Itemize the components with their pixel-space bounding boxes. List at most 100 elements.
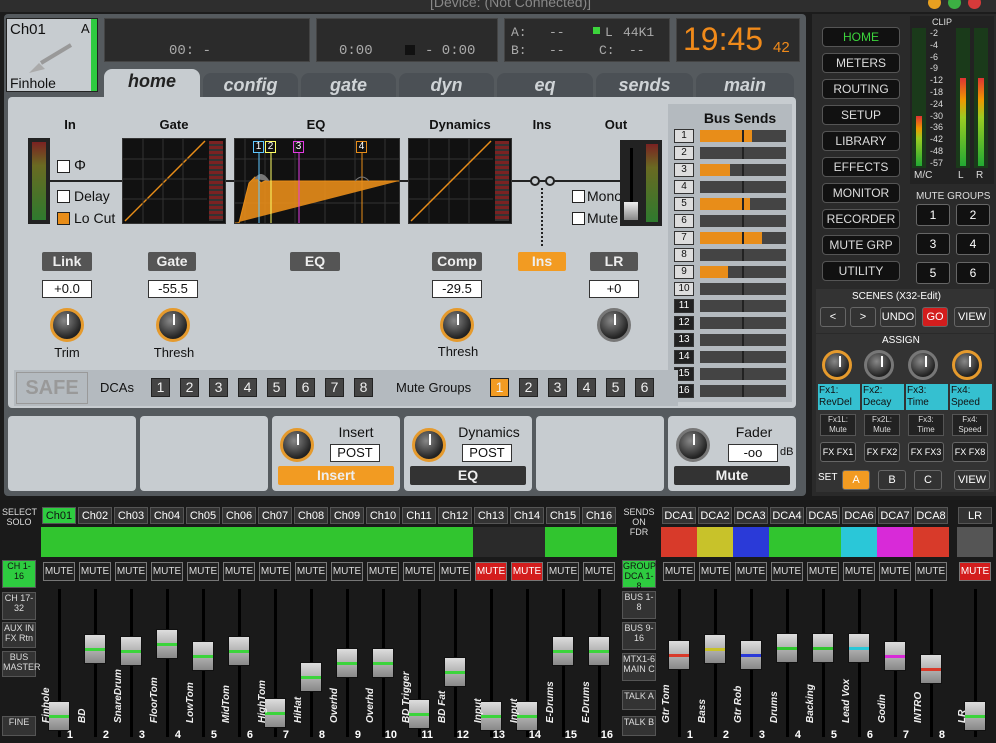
mute-group-button[interactable]: 6 [635,378,654,397]
bus-send-bar[interactable] [700,215,786,227]
bus-send-row[interactable]: 5 [674,197,786,212]
bus-send-number[interactable]: 2 [674,146,694,160]
talk-a-button[interactable]: TALK A [622,690,656,710]
bus-send-number[interactable]: 12 [674,316,694,330]
strip-mute-button[interactable]: MUTE [475,562,507,581]
mute-group-button[interactable]: 2 [519,378,538,397]
bus-send-bar[interactable] [700,334,786,346]
bus-master-button[interactable]: BUS MASTER [2,651,41,677]
strip-select-button[interactable]: Ch03 [114,507,148,524]
bus-send-row[interactable]: 6 [674,214,786,229]
lr-knob[interactable] [597,308,631,342]
bus-send-row[interactable]: 11 [674,299,786,314]
fx-small-4[interactable]: Fx4: Speed [952,414,988,436]
bus-9-16-button[interactable]: BUS 9-16 [622,622,656,650]
mtx-main-button[interactable]: MTX1-6 MAIN C [622,653,656,681]
tab-main[interactable]: main [696,73,794,97]
bus-send-bar[interactable] [700,266,786,278]
tab-config[interactable]: config [203,73,298,97]
assign-view-button[interactable]: VIEW [954,470,990,490]
eq-band-4[interactable]: 4 [356,141,367,153]
bus-send-row[interactable]: 8 [674,248,786,263]
nav-mute-grp-button[interactable]: MUTE GRP [822,235,900,255]
nav-monitor-button[interactable]: MONITOR [822,183,900,203]
strip-select-button[interactable]: Ch05 [186,507,220,524]
scene-prev-button[interactable]: < [820,307,846,327]
eq-band-1[interactable]: 1 [253,141,264,153]
tab-eq[interactable]: eq [497,73,593,97]
dynamics-graph[interactable] [408,138,512,224]
mute-group-button[interactable]: 5 [606,378,625,397]
trim-knob[interactable] [50,308,84,342]
locut-checkbox[interactable] [57,212,70,225]
insert-mode[interactable]: POST [330,444,380,462]
bus-send-row[interactable]: 4 [674,180,786,195]
bus-send-bar[interactable] [700,283,786,295]
scene-next-button[interactable]: > [850,307,876,327]
set-b-button[interactable]: B [878,470,906,490]
scene-go-button[interactable]: GO [922,307,948,327]
bus-send-row[interactable]: 7 [674,231,786,246]
bus-send-bar[interactable] [700,385,786,397]
tab-dyn[interactable]: dyn [399,73,494,97]
aux-fx-button[interactable]: AUX IN FX Rtn [2,622,36,648]
bus-send-bar[interactable] [700,130,786,142]
bus-send-bar[interactable] [700,198,786,210]
gate-thresh-value[interactable]: -55.5 [148,280,198,298]
strip-mute-button[interactable]: MUTE [439,562,471,581]
assign-knob-3[interactable] [908,350,938,380]
lr-value[interactable]: +0 [589,280,639,298]
trim-value[interactable]: +0.0 [42,280,92,298]
fx-small-1[interactable]: Fx1L: Mute [820,414,856,436]
bus-send-row[interactable]: 12 [674,316,786,331]
assign-knob-1[interactable] [822,350,852,380]
strip-select-button[interactable]: Ch12 [438,507,472,524]
gate-thresh-knob[interactable] [156,308,190,342]
comp-button[interactable]: Comp [432,252,482,271]
close-icon[interactable] [968,0,981,9]
strip-select-button[interactable]: Ch11 [402,507,436,524]
scene-undo-button[interactable]: UNDO [880,307,916,327]
eq-band-3[interactable]: 3 [293,141,304,153]
fx-assign-3[interactable]: Fx3: Time [906,384,948,410]
insert-button[interactable]: Insert [278,466,394,485]
bus-send-bar[interactable] [700,249,786,261]
bus-send-row[interactable]: 14 [674,350,786,365]
talk-b-button[interactable]: TALK B [622,716,656,736]
strip-select-button[interactable]: Ch04 [150,507,184,524]
minimize-icon[interactable] [928,0,941,9]
fx-assign-4[interactable]: Fx4: Speed [950,384,992,410]
nav-library-button[interactable]: LIBRARY [822,131,900,151]
strip-select-button[interactable]: Ch07 [258,507,292,524]
strip-mute-button[interactable]: MUTE [807,562,839,581]
strip-mute-button[interactable]: MUTE [959,562,991,581]
fader-mute-button[interactable]: Mute [674,466,790,485]
tab-home[interactable]: home [104,69,200,97]
strip-mute-button[interactable]: MUTE [187,562,219,581]
mono-checkbox[interactable] [572,190,585,203]
dca-button[interactable]: 7 [325,378,344,397]
assign-knob-4[interactable] [952,350,982,380]
mute-group-4-button[interactable]: 4 [956,233,990,255]
strip-select-button[interactable]: LR [958,507,992,524]
strip-select-button[interactable]: Ch16 [582,507,616,524]
bus-send-bar[interactable] [700,368,786,380]
bus-send-number[interactable]: 4 [674,180,694,194]
strip-select-button[interactable]: DCA3 [734,507,768,524]
dca-button[interactable]: 8 [354,378,373,397]
bus-send-number[interactable]: 9 [674,265,694,279]
mute-group-6-button[interactable]: 6 [956,262,990,284]
strip-mute-button[interactable]: MUTE [115,562,147,581]
bus-1-8-button[interactable]: BUS 1-8 [622,591,656,619]
bus-send-row[interactable]: 1 [674,129,786,144]
mute-group-button[interactable]: 3 [548,378,567,397]
eq-band-2[interactable]: 2 [265,141,276,153]
assign-knob-2[interactable] [864,350,894,380]
bus-send-bar[interactable] [700,147,786,159]
nav-meters-button[interactable]: METERS [822,53,900,73]
strip-select-button[interactable]: Ch02 [78,507,112,524]
nav-utility-button[interactable]: UTILITY [822,261,900,281]
delay-checkbox[interactable] [57,190,70,203]
dynamics-mode[interactable]: POST [462,444,512,462]
output-fader-knob[interactable] [624,202,638,220]
